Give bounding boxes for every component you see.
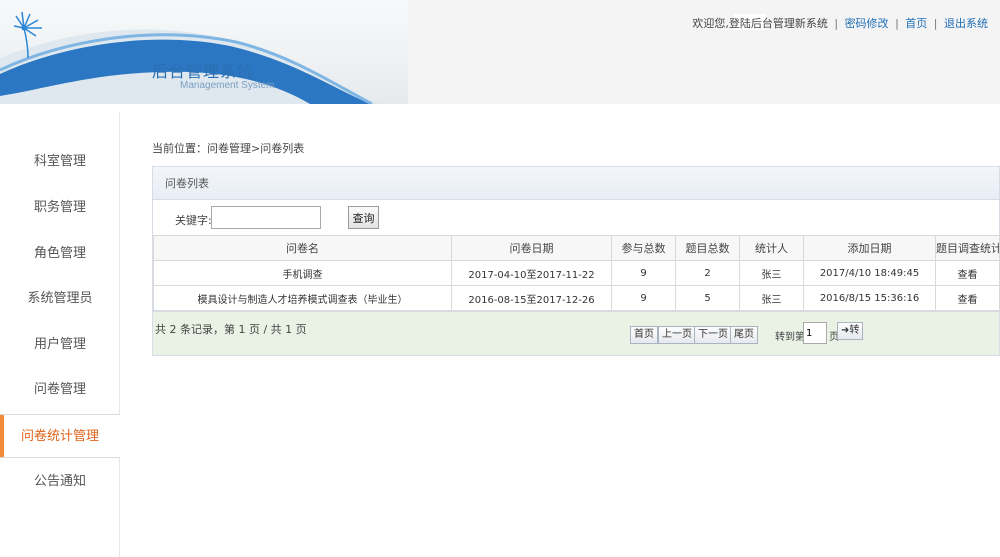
cell-added-date: 2017/4/10 18:49:45 [803,260,936,286]
home-link[interactable]: 首页 [905,17,927,30]
column-header-question-stats: 题目调查统计 [935,235,1000,261]
sidebar-item-questionnaire[interactable]: 问卷管理 [0,370,120,410]
column-header-statistician: 统计人 [739,235,804,261]
last-page-button[interactable]: 尾页 [730,326,758,344]
breadcrumb: 当前位置：问卷管理>问卷列表 [152,142,305,155]
sidebar-item-users[interactable]: 用户管理 [0,325,120,365]
prev-page-button[interactable]: 上一页 [658,326,696,344]
pagination-bar: 共 2 条记录，第 1 页 / 共 1 页 首页 上一页 下一页 尾页 转到第 … [153,311,999,355]
cell-date-range: 2017-04-10至2017-11-22 [451,260,612,286]
goto-page-button[interactable]: ➜转 [837,322,864,340]
page-number-input[interactable] [803,322,827,344]
questionnaire-list-panel: 问卷列表 关键字: 查询 问卷名 问卷日期 参与总数 题目总数 统计人 添加日期… [152,166,1000,356]
column-header-added-date: 添加日期 [803,235,936,261]
table-header-row: 问卷名 问卷日期 参与总数 题目总数 统计人 添加日期 题目调查统计 [153,235,1000,261]
sidebar-item-announcements[interactable]: 公告通知 [0,462,120,502]
sidebar-item-role[interactable]: 角色管理 [0,234,120,274]
cell-date-range: 2016-08-15至2017-12-26 [451,285,612,311]
header-user-links: 欢迎您,登陆后台管理新系统 | 密码修改 | 首页 | 退出系统 [692,15,988,31]
column-header-date-range: 问卷日期 [451,235,612,261]
cell-name: 模具设计与制造人才培养模式调查表（毕业生） [153,285,452,311]
cell-added-date: 2016/8/15 15:36:16 [803,285,936,311]
table-row: 模具设计与制造人才培养模式调查表（毕业生） 2016-08-15至2017-12… [153,285,1000,311]
next-page-button[interactable]: 下一页 [694,326,732,344]
app-title: 后台管理系统 [152,62,255,81]
first-page-button[interactable]: 首页 [630,326,658,344]
goto-page-label: 转到第 [775,332,805,343]
link-separator: | [834,17,839,30]
column-header-name: 问卷名 [153,235,452,261]
app-subtitle: Management System [180,80,275,91]
keyword-label: 关键字: [175,214,212,227]
cell-question-count: 5 [675,285,740,311]
search-button[interactable]: 查询 [348,206,379,229]
dandelion-logo-icon [13,11,42,59]
top-header: 后台管理系统 Management System 欢迎您,登陆后台管理新系统 |… [0,0,1000,104]
cell-participants: 9 [611,285,676,311]
sidebar-item-questionnaire-stats[interactable]: 问卷统计管理 [0,414,120,458]
view-link[interactable]: 查看 [935,285,1000,311]
sidebar-item-position[interactable]: 职务管理 [0,188,120,228]
column-header-participants: 参与总数 [611,235,676,261]
cell-statistician: 张三 [739,260,804,286]
view-link[interactable]: 查看 [935,260,1000,286]
link-separator: | [895,17,899,30]
cell-name: 手机调查 [153,260,452,286]
link-separator: | [933,17,938,30]
keyword-input[interactable] [211,206,321,229]
column-header-question-count: 题目总数 [675,235,740,261]
sidebar: 科室管理 职务管理 角色管理 系统管理员 用户管理 问卷管理 问卷统计管理 公告… [0,112,120,557]
change-password-link[interactable]: 密码修改 [845,17,889,30]
cell-participants: 9 [611,260,676,286]
logo-banner: 后台管理系统 Management System [0,0,408,104]
welcome-text: 欢迎您,登陆后台管理新系统 [692,17,828,30]
sidebar-item-admin[interactable]: 系统管理员 [0,279,120,319]
cell-statistician: 张三 [739,285,804,311]
cell-question-count: 2 [675,260,740,286]
sidebar-item-department[interactable]: 科室管理 [0,142,120,182]
search-bar: 关键字: 查询 [153,201,999,235]
table-row: 手机调查 2017-04-10至2017-11-22 9 2 张三 2017/4… [153,260,1000,286]
record-info: 共 2 条记录，第 1 页 / 共 1 页 [155,323,307,336]
panel-title: 问卷列表 [153,167,999,200]
questionnaire-table: 问卷名 问卷日期 参与总数 题目总数 统计人 添加日期 题目调查统计 手机调查 … [153,235,1000,311]
logout-link[interactable]: 退出系统 [944,17,988,30]
